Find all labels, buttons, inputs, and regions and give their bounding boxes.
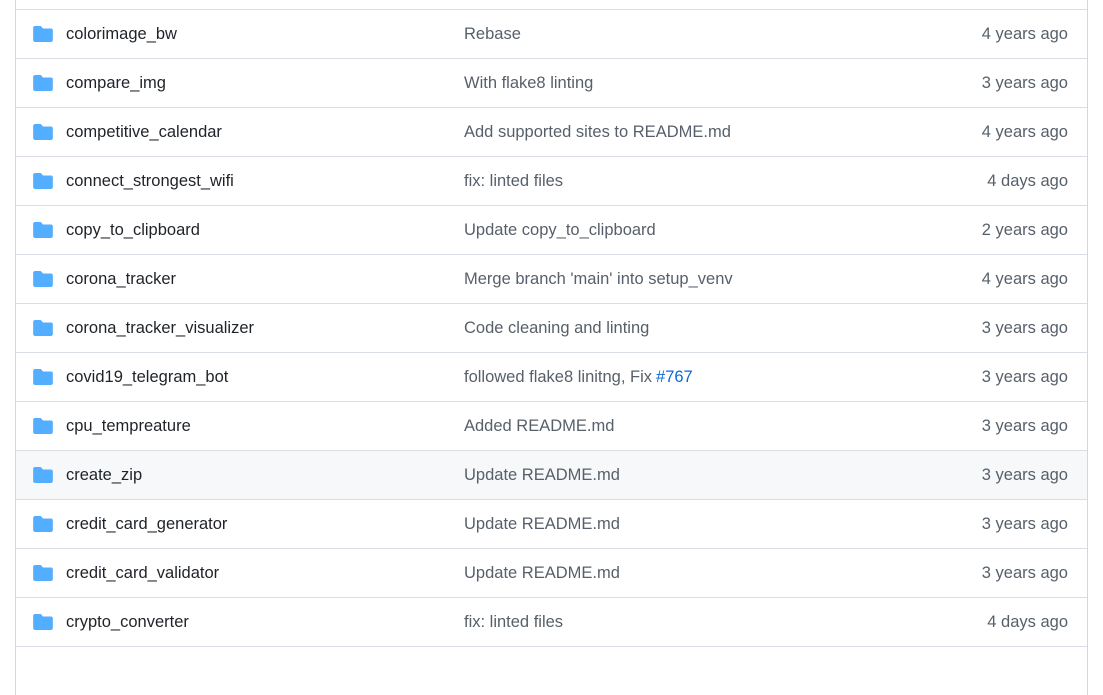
- file-name-link[interactable]: crypto_converter: [66, 598, 189, 646]
- commit-message-link[interactable]: Add supported sites to README.md: [464, 108, 731, 156]
- commit-age: 3 years ago: [981, 466, 1068, 484]
- file-name-link[interactable]: covid19_telegram_bot: [66, 353, 228, 401]
- commit-age: 3 years ago: [981, 564, 1068, 582]
- table-row[interactable]: compare_img With flake8 linting 3 years …: [16, 58, 1087, 107]
- commit-message-link[interactable]: Code cleaning and linting: [464, 304, 649, 352]
- commit-message-link[interactable]: With flake8 linting: [464, 59, 593, 107]
- commit-message-link[interactable]: Update README.md: [464, 451, 620, 499]
- folder-icon: [33, 26, 53, 42]
- folder-icon: [33, 124, 53, 140]
- table-row[interactable]: crypto_converter fix: linted files 4 day…: [16, 597, 1087, 646]
- file-name-link[interactable]: connect_strongest_wifi: [66, 157, 234, 205]
- commit-message-link[interactable]: fix: linted files: [464, 598, 563, 646]
- commit-age: 3 years ago: [981, 368, 1068, 386]
- table-row[interactable]: credit_card_generator Update README.md 3…: [16, 499, 1087, 548]
- table-row[interactable]: corona_tracker_visualizer Code cleaning …: [16, 303, 1087, 352]
- folder-icon: [33, 75, 53, 91]
- file-name-link[interactable]: colorimage_bw: [66, 10, 177, 58]
- table-row: [16, 646, 1087, 695]
- commit-message-text[interactable]: followed flake8 linitng, Fix: [464, 368, 652, 386]
- file-name-link[interactable]: corona_tracker: [66, 255, 176, 303]
- table-row[interactable]: covid19_telegram_bot followed flake8 lin…: [16, 352, 1087, 401]
- commit-age: 4 days ago: [987, 613, 1068, 631]
- commit-age: 4 years ago: [981, 270, 1068, 288]
- folder-icon: [33, 369, 53, 385]
- file-name-link[interactable]: cpu_tempreature: [66, 402, 191, 450]
- folder-icon: [33, 516, 53, 532]
- commit-message-link[interactable]: Rebase: [464, 10, 521, 58]
- commit-message-link[interactable]: Update README.md: [464, 500, 620, 548]
- table-row[interactable]: corona_tracker Merge branch 'main' into …: [16, 254, 1087, 303]
- file-name-link[interactable]: create_zip: [66, 451, 142, 499]
- file-name-link[interactable]: competitive_calendar: [66, 108, 222, 156]
- file-name-link[interactable]: compare_img: [66, 59, 166, 107]
- folder-icon: [33, 565, 53, 581]
- commit-age: 4 years ago: [981, 25, 1068, 43]
- commit-age: 4 years ago: [981, 123, 1068, 141]
- commit-age: 3 years ago: [981, 74, 1068, 92]
- folder-icon: [33, 222, 53, 238]
- table-row[interactable]: credit_card_validator Update README.md 3…: [16, 548, 1087, 597]
- file-name-link[interactable]: credit_card_generator: [66, 500, 227, 548]
- file-table: colorimage_bw Rebase 4 years ago compare…: [15, 0, 1088, 695]
- folder-icon: [33, 320, 53, 336]
- folder-icon: [33, 173, 53, 189]
- table-row: [16, 0, 1087, 9]
- table-row[interactable]: create_zip Update README.md 3 years ago: [16, 450, 1087, 499]
- table-row[interactable]: colorimage_bw Rebase 4 years ago: [16, 9, 1087, 58]
- commit-age: 3 years ago: [981, 319, 1068, 337]
- file-name-link[interactable]: corona_tracker_visualizer: [66, 304, 254, 352]
- commit-age: 3 years ago: [981, 417, 1068, 435]
- commit-age: 3 years ago: [981, 515, 1068, 533]
- folder-icon: [33, 271, 53, 287]
- commit-message-link[interactable]: Added README.md: [464, 402, 614, 450]
- commit-age: 4 days ago: [987, 172, 1068, 190]
- commit-age: 2 years ago: [981, 221, 1068, 239]
- commit-message-link[interactable]: followed flake8 linitng, Fix #767: [464, 353, 693, 401]
- folder-icon: [33, 467, 53, 483]
- commit-message-link[interactable]: Update README.md: [464, 549, 620, 597]
- commit-message-link[interactable]: fix: linted files: [464, 157, 563, 205]
- commit-message-link[interactable]: Update copy_to_clipboard: [464, 206, 656, 254]
- folder-icon: [33, 418, 53, 434]
- folder-icon: [33, 614, 53, 630]
- table-row[interactable]: cpu_tempreature Added README.md 3 years …: [16, 401, 1087, 450]
- issue-link[interactable]: #767: [656, 368, 693, 386]
- file-name-link[interactable]: credit_card_validator: [66, 549, 219, 597]
- table-row[interactable]: connect_strongest_wifi fix: linted files…: [16, 156, 1087, 205]
- table-row[interactable]: competitive_calendar Add supported sites…: [16, 107, 1087, 156]
- commit-message-link[interactable]: Merge branch 'main' into setup_venv: [464, 255, 733, 303]
- table-row[interactable]: copy_to_clipboard Update copy_to_clipboa…: [16, 205, 1087, 254]
- file-name-link[interactable]: copy_to_clipboard: [66, 206, 200, 254]
